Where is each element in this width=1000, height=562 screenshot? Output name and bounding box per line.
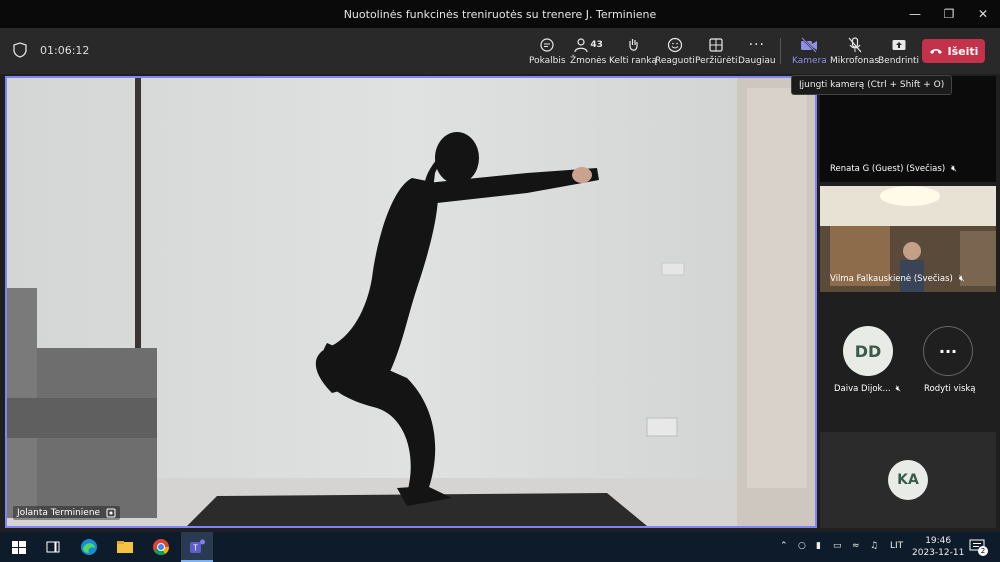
participant-name: Renata G (Guest) (Svečias) [830, 164, 946, 174]
grid-icon [709, 38, 723, 52]
avatar: KA [888, 460, 928, 500]
meet-now-icon[interactable]: ○ [798, 541, 806, 551]
teams-taskbar-button[interactable]: T [181, 532, 213, 562]
volume-icon[interactable]: ♫ [870, 541, 878, 551]
participant-name: Vilma Falkauskienė (Svečias) [830, 274, 953, 284]
chat-icon [540, 38, 554, 52]
avatar-row: DD Daiva Dijok... 🔇︎ ··· Rodyti viską [820, 296, 996, 428]
close-icon[interactable]: ✕ [966, 0, 1000, 28]
main-video-nameplate: Jolanta Terminiene [13, 506, 121, 520]
meeting-stage: Jolanta Terminiene Renata G (Guest) (Sve… [0, 74, 1000, 532]
view-button[interactable]: Peržiūrėti [695, 36, 738, 66]
avatar-initials: KA [897, 472, 919, 488]
mic-muted-icon: 🔇︎ [958, 274, 965, 284]
people-label: Žmonės [570, 56, 607, 66]
video-scene [7, 78, 815, 526]
share-label: Bendrinti [878, 56, 920, 66]
maximize-icon[interactable]: ❐ [932, 0, 966, 28]
notifications-button[interactable]: 2 [968, 538, 988, 556]
participant-tile[interactable]: Vilma Falkauskienė (Svečias) 🔇︎ [820, 186, 996, 292]
show-all-button[interactable]: ··· [923, 326, 973, 376]
react-label: Reaguoti [655, 56, 695, 66]
camera-button[interactable]: Kamera [792, 36, 827, 66]
chrome-icon[interactable] [151, 537, 171, 557]
share-icon [892, 40, 906, 50]
mic-off-icon [848, 37, 861, 53]
window-title: Nuotolinės funkcinės treniruotės su tren… [343, 7, 657, 21]
svg-text:T: T [193, 544, 198, 553]
chevron-up-icon[interactable]: ⌃ [780, 541, 788, 551]
more-icon: ··· [748, 37, 765, 53]
leave-button[interactable]: Išeiti [922, 39, 985, 63]
participant-name: Daiva Dijok... [834, 384, 891, 394]
share-button[interactable]: Bendrinti [878, 36, 919, 66]
notification-count: 2 [978, 546, 988, 556]
mic-button[interactable]: Mikrofonas [830, 36, 879, 66]
people-icon [574, 38, 589, 53]
people-count: 43 [590, 40, 603, 50]
hand-icon [629, 39, 638, 51]
show-all-label: Rodyti viską [924, 384, 976, 394]
more-button[interactable]: ··· Daugiau [738, 36, 776, 66]
react-button[interactable]: Reaguoti [655, 36, 695, 66]
view-label: Peržiūrėti [695, 56, 738, 66]
taskbar-clock[interactable]: 19:46 2023-12-11 [912, 535, 964, 559]
teams-icon: T [190, 539, 205, 553]
camera-label: Kamera [792, 56, 827, 66]
more-icon: ··· [938, 341, 958, 361]
raise-hand-button[interactable]: Kelti ranką [609, 36, 657, 66]
avatar[interactable]: DD [843, 326, 893, 376]
clock-time: 19:46 [925, 536, 952, 546]
raise-hand-label: Kelti ranką [609, 56, 658, 66]
avatar-initials: DD [854, 341, 882, 361]
file-explorer-icon[interactable] [115, 537, 135, 557]
more-label: Daugiau [738, 56, 776, 66]
chat-label: Pokalbis [529, 56, 566, 66]
leave-label: Išeiti [947, 44, 979, 58]
main-video-feed[interactable]: Jolanta Terminiene [5, 76, 817, 528]
wifi-icon[interactable]: ≈ [852, 541, 860, 551]
window-controls: — ❐ ✕ [898, 0, 1000, 28]
participant-tile[interactable]: KA [820, 432, 996, 528]
language-indicator[interactable]: LIT [890, 541, 903, 551]
windows-taskbar: T ⌃ ○ ▮ ▭ ≈ ♫ LIT 19:46 2023-12-11 2 [0, 532, 1000, 562]
task-view-icon[interactable] [43, 537, 63, 557]
windows-start-icon[interactable] [9, 537, 29, 557]
smiley-icon [667, 37, 683, 53]
chat-button[interactable]: Pokalbis [529, 36, 566, 66]
mic-muted-icon: 🔇︎ [951, 164, 957, 174]
mic-label: Mikrofonas [830, 56, 880, 66]
title-bar: Nuotolinės funkcinės treniruotės su tren… [0, 0, 1000, 28]
camera-tooltip: Įjungti kamerą (Ctrl + Shift + O) [791, 75, 953, 95]
meeting-toolbar: 01:06:12 Pokalbis 43 Žmonės Kelti ranką … [0, 28, 1000, 74]
pinned-icon [106, 508, 116, 518]
shield-icon [13, 42, 27, 58]
camera-off-icon [801, 37, 818, 53]
toolbar-divider [780, 38, 781, 64]
people-button[interactable]: 43 Žmonės [570, 36, 606, 66]
edge-browser-icon[interactable] [79, 537, 99, 557]
meeting-timer: 01:06:12 [40, 44, 90, 57]
clock-date: 2023-12-11 [912, 548, 965, 558]
microphone-icon[interactable]: ▮ [816, 541, 821, 551]
phone-hangup-icon [929, 49, 942, 54]
main-video-name: Jolanta Terminiene [17, 508, 101, 518]
mic-muted-icon: 🔇︎ [895, 384, 901, 394]
minimize-icon[interactable]: — [898, 0, 932, 28]
battery-icon[interactable]: ▭ [833, 541, 842, 551]
